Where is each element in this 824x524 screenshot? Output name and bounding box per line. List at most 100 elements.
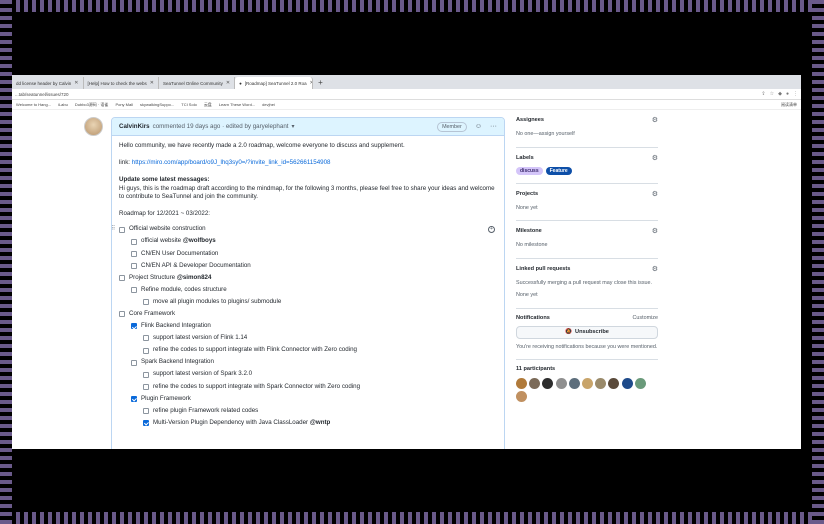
unsubscribe-button[interactable]: 🔕 Unsubscribe: [516, 325, 658, 339]
task-checkbox[interactable]: [131, 250, 137, 257]
task-checkbox[interactable]: [131, 395, 137, 402]
assignees-title[interactable]: Assignees: [516, 117, 544, 123]
labels-title[interactable]: Labels: [516, 155, 534, 161]
task-checkbox[interactable]: [143, 347, 149, 354]
task-item: Multi-Version Plugin Dependency with Jav…: [119, 417, 497, 429]
task-checkbox[interactable]: [131, 359, 137, 366]
participant-avatar[interactable]: [621, 378, 633, 389]
profile-icon[interactable]: ●: [786, 91, 789, 97]
url-text[interactable]: ...tab/seatunnel/issues/720: [15, 92, 761, 97]
drag-handle-icon[interactable]: ⠿: [112, 225, 115, 234]
bookmark-item[interactable]: Learn These Word...: [219, 102, 255, 107]
participant-avatar[interactable]: [581, 378, 593, 389]
convert-to-issue-icon[interactable]: +: [488, 226, 495, 234]
browser-tab[interactable]: dd license header by Calvin ✕: [12, 77, 84, 89]
share-icon[interactable]: ⇪: [761, 91, 765, 97]
comment-header: CalvinKirs commented 19 days ago · edite…: [112, 118, 504, 136]
close-icon[interactable]: ✕: [74, 80, 78, 86]
gear-icon[interactable]: ⚙: [652, 265, 658, 273]
bookmark-item[interactable]: 云盘: [204, 102, 212, 108]
bookmark-item[interactable]: TCI Solo: [181, 102, 197, 107]
task-checkbox[interactable]: [119, 274, 125, 281]
label-feature[interactable]: Feature: [545, 166, 572, 175]
close-icon[interactable]: ✕: [150, 80, 154, 86]
bookmark-item[interactable]: iLabu: [58, 102, 68, 107]
task-list: ⠿ + Official website construction official …: [112, 224, 497, 430]
assignees-text[interactable]: No one—assign yourself: [516, 131, 658, 139]
notifications-section: Notifications Customize 🔕 Unsubscribe You'…: [516, 309, 658, 360]
emoji-icon[interactable]: ☺: [475, 123, 482, 130]
task-text: refine the codes to support integrate wi…: [153, 382, 361, 390]
task-checkbox[interactable]: [143, 408, 149, 415]
bookmark-item[interactable]: skywalkingSuppo...: [140, 102, 174, 107]
chevron-down-icon[interactable]: ▾: [291, 123, 294, 130]
milestone-title[interactable]: Milestone: [516, 228, 542, 234]
comment-meta[interactable]: commented 19 days ago · edited by garyel…: [153, 123, 289, 130]
label-discuss[interactable]: discuss: [516, 166, 543, 175]
labels-list: discuss Feature: [516, 166, 658, 175]
projects-title[interactable]: Projects: [516, 191, 538, 197]
task-checkbox[interactable]: [131, 238, 137, 245]
task-checkbox[interactable]: [119, 311, 125, 318]
participant-avatar[interactable]: [555, 378, 567, 389]
browser-tab-active[interactable]: ●[Roadmap] SeaTunnel 2.0 Roa✕: [235, 77, 314, 89]
gear-icon[interactable]: ⚙: [652, 227, 658, 235]
extension-icon[interactable]: ◆: [778, 91, 782, 97]
bookmark-item[interactable]: Dubbo3源码 · 语雀: [75, 102, 109, 108]
star-icon[interactable]: ☆: [770, 91, 774, 97]
task-item: Project Structure @simon824: [119, 272, 497, 284]
gear-icon[interactable]: ⚙: [652, 154, 658, 162]
linked-prs-title[interactable]: Linked pull requests: [516, 266, 570, 272]
avatar[interactable]: [84, 117, 103, 136]
comment-author[interactable]: CalvinKirs: [119, 123, 150, 130]
browser-tab[interactable]: [Help] How to check the webs ✕: [84, 77, 159, 89]
task-item: ⠿ + Official website construction: [112, 224, 497, 236]
menu-icon[interactable]: ⋮: [793, 91, 798, 97]
bookmark-item[interactable]: devjhei: [262, 102, 275, 107]
gear-icon[interactable]: ⚙: [652, 116, 658, 124]
task-item: Refine module, codes structure: [119, 284, 497, 296]
bookmark-item[interactable]: Welcome to Hang...: [16, 102, 51, 107]
task-item: Core Framework: [119, 308, 497, 320]
task-checkbox[interactable]: [143, 383, 149, 390]
participant-avatar[interactable]: [516, 378, 527, 389]
user-mention[interactable]: @wolfboys: [183, 237, 216, 244]
new-tab-button[interactable]: +: [313, 77, 328, 89]
task-checkbox[interactable]: [143, 335, 149, 342]
gear-icon[interactable]: ⚙: [652, 190, 658, 198]
close-icon[interactable]: ✕: [226, 80, 230, 86]
user-mention[interactable]: @simon824: [177, 274, 212, 281]
participant-avatar[interactable]: [634, 378, 646, 389]
participant-avatar[interactable]: [529, 378, 541, 389]
participant-avatar[interactable]: [542, 378, 554, 389]
participant-avatar[interactable]: [568, 378, 580, 389]
task-item: Plugin Framework: [119, 393, 497, 405]
address-bar[interactable]: ...tab/seatunnel/issues/720 ⇪ ☆ ◆ ● ⋮: [12, 89, 801, 100]
task-checkbox[interactable]: [143, 371, 149, 378]
more-options-icon[interactable]: ···: [490, 123, 497, 130]
labels-section: Labels ⚙ discuss Feature: [516, 148, 658, 184]
task-text: Project Structure @simon824: [129, 273, 212, 281]
browser-tab[interactable]: SeaTunnel Online Community ✕: [159, 77, 236, 89]
bookmark-item[interactable]: Pony Mall: [115, 102, 133, 107]
task-checkbox[interactable]: [131, 262, 137, 269]
task-checkbox[interactable]: [119, 226, 125, 233]
user-mention[interactable]: @wntp: [310, 419, 330, 426]
miro-link[interactable]: https://miro.com/app/board/o9J_lhq3sy0=/…: [132, 159, 331, 166]
participant-avatar[interactable]: [595, 378, 607, 389]
film-border-top: [0, 0, 824, 12]
task-checkbox[interactable]: [143, 420, 149, 427]
film-border-right: [812, 0, 824, 524]
toolbar-icons: ⇪ ☆ ◆ ● ⋮: [761, 91, 798, 97]
task-checkbox[interactable]: [131, 287, 137, 294]
reading-list[interactable]: 阅读清单: [781, 102, 797, 108]
task-checkbox[interactable]: [143, 299, 149, 306]
task-text: official website @wolfboys: [141, 237, 216, 245]
participant-avatar[interactable]: [608, 378, 620, 389]
task-checkbox[interactable]: [131, 323, 137, 330]
customize-link[interactable]: Customize: [633, 315, 658, 321]
participant-avatar[interactable]: [516, 391, 527, 403]
task-item: move all plugin modules to plugins/ subm…: [119, 296, 497, 308]
roadmap-title: Roadmap for 12/2021 ~ 03/2022:: [119, 209, 210, 217]
task-item: CN/EN User Documentation: [119, 248, 497, 260]
